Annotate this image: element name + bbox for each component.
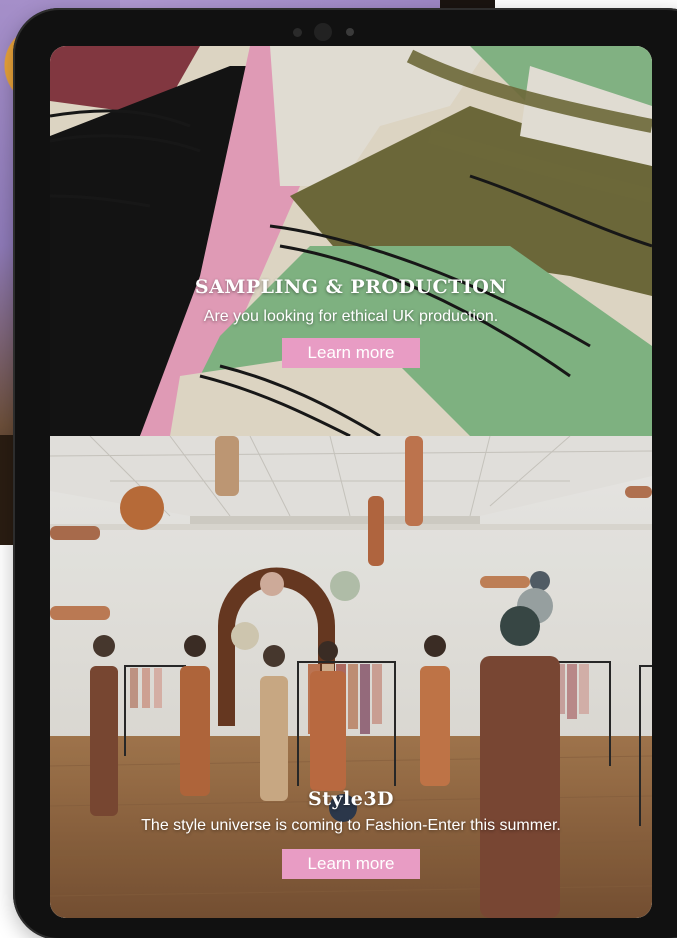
panel-text-block: SAMPLING & PRODUCTION Are you looking fo… [50,276,652,368]
silk-fabric-image [50,46,652,436]
flash-icon [346,28,354,36]
learn-more-button[interactable]: Learn more [282,338,420,368]
tablet-screen: SAMPLING & PRODUCTION Are you looking fo… [50,46,652,918]
camera-icon [314,23,332,41]
tablet-device-frame: SAMPLING & PRODUCTION Are you looking fo… [13,8,677,938]
panel-text-block: Style3D The style universe is coming to … [50,788,652,879]
camera-bar [13,22,677,42]
page: SAMPLING & PRODUCTION Are you looking fo… [0,0,677,938]
panel-title: Style3D [307,788,395,810]
promo-panel-style3d: Style3D The style universe is coming to … [50,436,652,918]
learn-more-button[interactable]: Learn more [282,849,420,879]
panel-description: Are you looking for ethical UK productio… [203,308,499,325]
panel-title: SAMPLING & PRODUCTION [194,276,508,298]
sensor-icon [293,28,302,37]
promo-panel-sampling: SAMPLING & PRODUCTION Are you looking fo… [50,46,652,436]
panel-description: The style universe is coming to Fashion-… [141,817,561,834]
